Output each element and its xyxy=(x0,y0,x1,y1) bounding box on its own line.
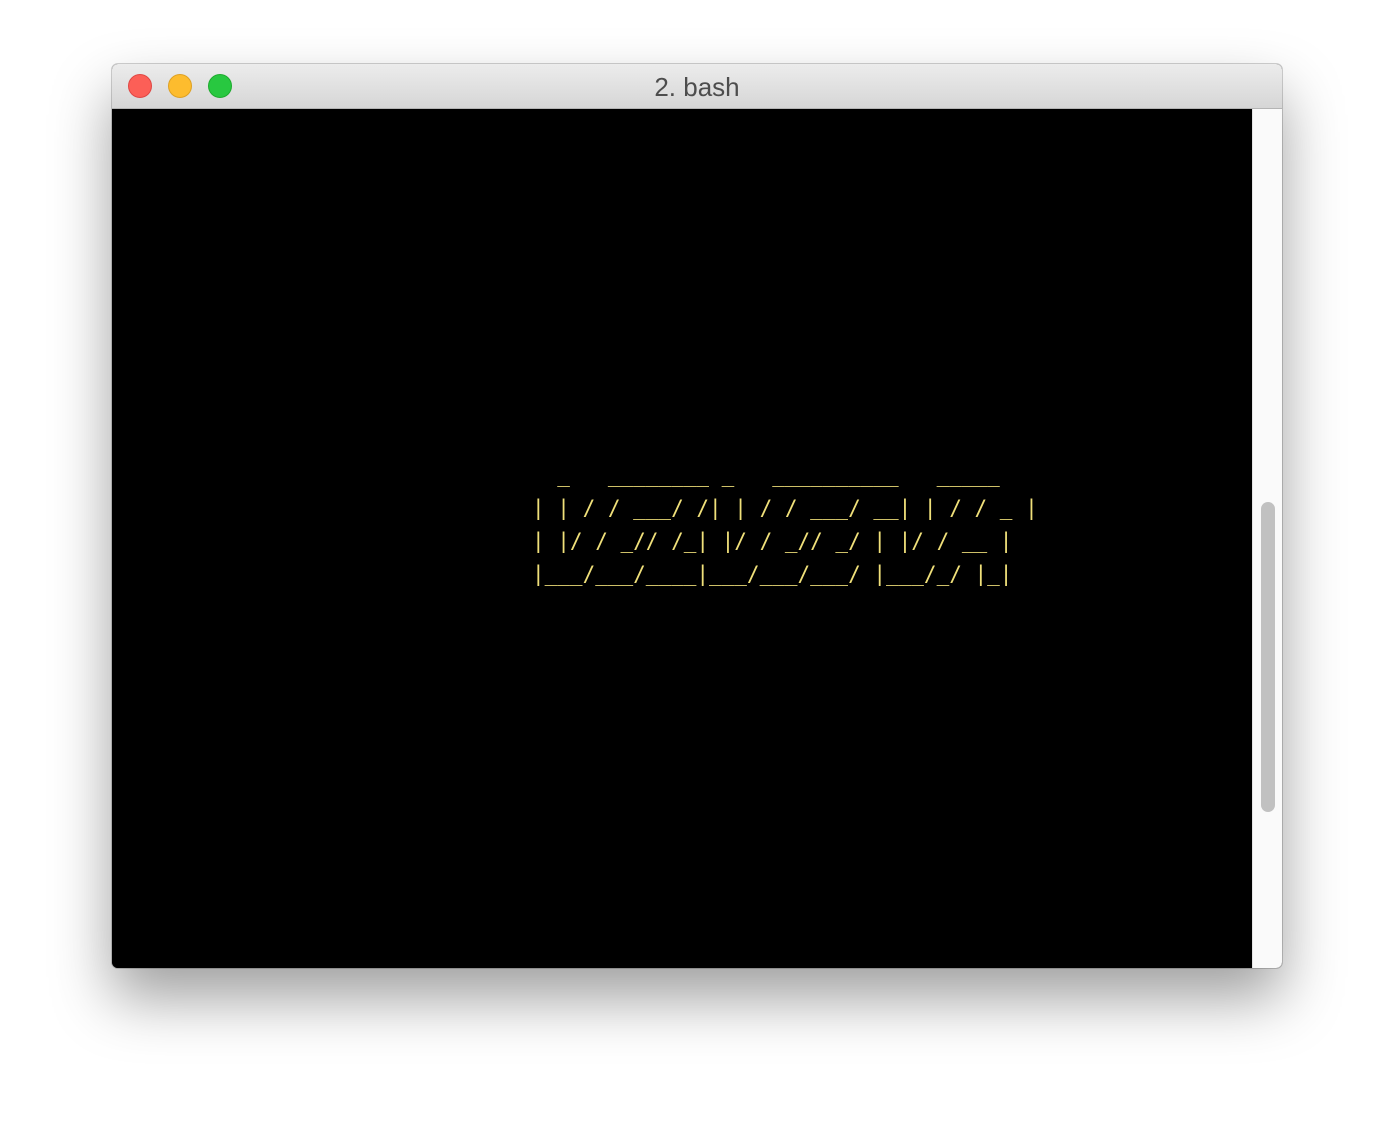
terminal-output[interactable]: _ ________ _ __________ _____ | | / / __… xyxy=(112,109,1252,968)
vertical-scrollbar[interactable] xyxy=(1252,109,1282,968)
title-bar[interactable]: 2. bash xyxy=(112,64,1282,109)
window-title: 2. bash xyxy=(654,72,740,102)
scrollbar-thumb[interactable] xyxy=(1261,502,1275,812)
terminal-window: 2. bash _ ________ _ __________ _____ | … xyxy=(112,64,1282,968)
ascii-art-banner: _ ________ _ __________ _____ | | / / __… xyxy=(532,463,1038,586)
